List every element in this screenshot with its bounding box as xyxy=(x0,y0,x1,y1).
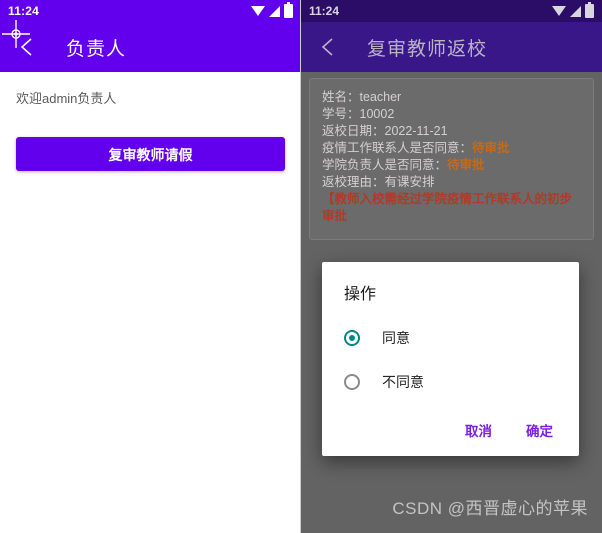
screen-divider xyxy=(300,0,301,533)
reason-value: 有课安排 xyxy=(384,175,435,189)
radio-unselected-icon[interactable] xyxy=(344,374,360,390)
app-bar: 负责人 xyxy=(0,22,301,72)
status-bar-clock: 11:24 xyxy=(309,4,340,18)
info-row-name: 姓名：teacher xyxy=(322,89,581,106)
app-bar: 复审教师返校 xyxy=(301,22,602,72)
battery-icon xyxy=(585,2,594,18)
date-label: 返校日期： xyxy=(322,124,385,138)
radio-selected-icon[interactable] xyxy=(344,330,360,346)
contact-label: 疫情工作联系人是否同意： xyxy=(322,141,473,155)
back-arrow-icon[interactable] xyxy=(14,34,40,60)
radio-label-agree: 同意 xyxy=(382,330,410,346)
reason-label: 返校理由： xyxy=(322,175,385,189)
dual-screen-comparison: 11:24 负责人 欢迎admin负责人 复审教师请假 11:24 复审教师返校… xyxy=(0,0,602,533)
radio-label-disagree: 不同意 xyxy=(382,374,424,390)
dialog-radio-group: 同意 不同意 xyxy=(322,304,579,402)
page-title: 复审教师返校 xyxy=(367,38,488,60)
info-row-reason: 返校理由：有课安排 xyxy=(322,174,581,191)
contact-status-badge: 待审批 xyxy=(472,141,510,155)
status-bar: 11:24 xyxy=(0,0,301,22)
info-row-id: 学号：10002 xyxy=(322,106,581,123)
dean-label: 学院负责人是否同意： xyxy=(322,158,448,172)
dialog-title: 操作 xyxy=(344,286,377,303)
left-content: 欢迎admin负责人 复审教师请假 xyxy=(0,72,301,533)
wifi-icon xyxy=(552,6,566,16)
confirm-button[interactable]: 确定 xyxy=(518,416,561,444)
status-bar-icons xyxy=(251,2,293,18)
back-arrow-icon[interactable] xyxy=(315,34,341,60)
date-value: 2022-11-21 xyxy=(384,124,448,138)
dialog-actions: 取消 确定 xyxy=(322,402,579,448)
status-bar: 11:24 xyxy=(301,0,602,22)
welcome-message: 欢迎admin负责人 xyxy=(16,91,117,106)
battery-icon xyxy=(284,2,293,18)
dean-status-badge: 待审批 xyxy=(447,158,485,172)
status-bar-icons xyxy=(552,2,594,18)
radio-option-disagree[interactable]: 不同意 xyxy=(322,366,579,398)
left-phone-screen: 11:24 负责人 欢迎admin负责人 复审教师请假 xyxy=(0,0,301,533)
info-row-contact-approval: 疫情工作联系人是否同意：待审批 xyxy=(322,140,581,157)
status-bar-clock: 11:24 xyxy=(8,4,40,18)
warning-notice: 【教师入校需经过学院疫情工作联系人的初步审批 xyxy=(322,192,573,223)
wifi-icon xyxy=(251,6,265,16)
operation-dialog: 操作 同意 不同意 取消 确定 xyxy=(322,262,579,456)
name-label: 姓名： xyxy=(322,90,360,104)
radio-option-agree[interactable]: 同意 xyxy=(322,322,579,354)
info-row-date: 返校日期：2022-11-21 xyxy=(322,123,581,140)
info-row-dean-approval: 学院负责人是否同意：待审批 xyxy=(322,157,581,174)
id-label: 学号： xyxy=(322,107,360,121)
id-value: 10002 xyxy=(359,107,395,121)
name-value: teacher xyxy=(359,90,402,104)
cancel-button[interactable]: 取消 xyxy=(457,416,500,444)
right-phone-screen: 11:24 复审教师返校 姓名：teacher 学号：10002 返校日期：20… xyxy=(301,0,602,533)
return-application-card: 姓名：teacher 学号：10002 返校日期：2022-11-21 疫情工作… xyxy=(309,78,594,240)
right-content: 姓名：teacher 学号：10002 返校日期：2022-11-21 疫情工作… xyxy=(301,72,602,533)
signal-icon xyxy=(570,5,581,17)
page-title: 负责人 xyxy=(66,38,127,60)
review-teacher-leave-button[interactable]: 复审教师请假 xyxy=(16,137,285,171)
watermark: CSDN @西晋虚心的苹果 xyxy=(392,499,588,518)
signal-icon xyxy=(269,5,280,17)
